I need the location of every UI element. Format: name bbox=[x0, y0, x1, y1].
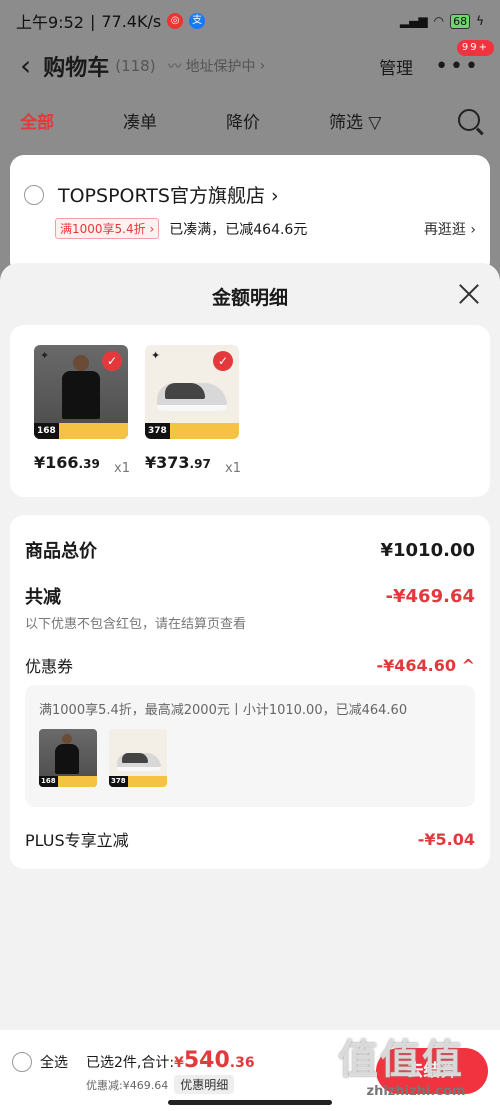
plus-discount-row: PLUS专享立减 -¥5.04 bbox=[25, 827, 475, 851]
coupon-description: 满1000享5.4折，最高减2000元丨小计1010.00，已减464.60 bbox=[39, 703, 408, 718]
product-image: ✦ ✓ 168 bbox=[34, 345, 128, 439]
product-quantity: x1 bbox=[114, 461, 130, 476]
discount-amount: 优惠减:¥469.64 bbox=[86, 1078, 169, 1092]
tab-bundle[interactable]: 凑单 bbox=[123, 108, 226, 133]
tab-all[interactable]: 全部 bbox=[20, 108, 123, 133]
chevron-up-icon: ^ bbox=[461, 655, 475, 675]
select-all-radio[interactable] bbox=[12, 1052, 32, 1072]
price-badge: 168 bbox=[34, 423, 128, 439]
browse-more-link[interactable]: 再逛逛 › bbox=[424, 219, 476, 239]
back-icon[interactable]: ‹ bbox=[20, 52, 31, 80]
checked-icon[interactable]: ✓ bbox=[213, 351, 233, 371]
checkout-bar: 全选 已选2件, 合计: ¥540.36 优惠减:¥469.64 优惠明细 去结… bbox=[0, 1030, 500, 1111]
charging-icon: ϟ bbox=[476, 14, 484, 28]
chevron-right-icon: › bbox=[259, 58, 266, 74]
home-indicator[interactable] bbox=[168, 1100, 332, 1105]
jordan-logo-icon: ✦ bbox=[151, 349, 161, 362]
sheet-title: 金额明细 bbox=[211, 287, 288, 309]
store-coupon-status: 已凑满，已减464.6元 bbox=[169, 221, 308, 238]
coupon-label: 优惠券 bbox=[25, 657, 74, 676]
product-item[interactable]: ✦ ✓ 378 ¥373.97 x1 bbox=[145, 345, 241, 476]
jordan-logo-icon: ✦ bbox=[40, 349, 50, 362]
product-quantity: x1 bbox=[225, 461, 241, 476]
sum-label: 合计: bbox=[141, 1055, 175, 1071]
status-time: 上午9:52 bbox=[16, 13, 84, 32]
filter-icon: ▽ bbox=[368, 112, 382, 133]
status-bar: 上午9:52 | 77.4K/s ◎ 支 ▂▄▆ ◠ 68 ϟ bbox=[0, 0, 500, 42]
store-name[interactable]: TOPSPORTS官方旗舰店 › bbox=[58, 181, 279, 208]
cart-count: (118) bbox=[115, 57, 156, 75]
store-card: TOPSPORTS官方旗舰店 › 满1000享5.4折 › 已凑满，已减464.… bbox=[10, 155, 490, 275]
coupon-detail-box: 满1000享5.4折，最高减2000元丨小计1010.00，已减464.60 1… bbox=[25, 685, 475, 807]
reduce-label: 共减 bbox=[25, 587, 61, 608]
app-notification-icon: ◎ bbox=[167, 13, 184, 29]
store-select-radio[interactable] bbox=[24, 184, 44, 205]
manage-button[interactable]: 管理 bbox=[379, 54, 413, 79]
coupon-value: -¥464.60 ^ bbox=[376, 655, 476, 675]
protection-icon: 〰 bbox=[167, 59, 182, 75]
tab-filter[interactable]: 筛选 ▽ bbox=[329, 108, 432, 133]
product-image: ✦ ✓ 378 bbox=[145, 345, 239, 439]
price-badge: 378 bbox=[145, 423, 239, 439]
tab-price-drop[interactable]: 降价 bbox=[226, 108, 329, 133]
select-all[interactable]: 全选 bbox=[12, 1052, 68, 1072]
order-summary: 已选2件, 合计: ¥540.36 优惠减:¥469.64 优惠明细 bbox=[86, 1048, 255, 1094]
plus-value: -¥5.04 bbox=[417, 829, 475, 849]
total-amount: ¥540.36 bbox=[174, 1048, 255, 1073]
total-label: 商品总价 bbox=[25, 541, 97, 562]
search-icon[interactable] bbox=[458, 109, 480, 131]
battery-indicator: 68 bbox=[450, 13, 471, 29]
close-icon[interactable] bbox=[458, 283, 480, 305]
total-value: ¥1010.00 bbox=[380, 539, 475, 561]
reduce-row: 共减 -¥469.64 bbox=[25, 583, 475, 609]
discount-note: 以下优惠不包含红包，请在结算页查看 bbox=[25, 617, 247, 632]
shoe-figure bbox=[157, 383, 227, 411]
discount-detail-button[interactable]: 优惠明细 bbox=[174, 1075, 235, 1094]
selected-count: 已选2件, bbox=[86, 1055, 142, 1071]
more-menu-icon[interactable]: ••• 99+ bbox=[435, 39, 494, 79]
cart-header: ‹ 购物车 (118) 〰 地址保护中 › 管理 ••• 99+ bbox=[0, 39, 500, 90]
message-count-badge: 99+ bbox=[456, 39, 494, 56]
address-protection[interactable]: 〰 地址保护中 › bbox=[168, 56, 266, 76]
reduce-value: -¥469.64 bbox=[385, 585, 475, 607]
wifi-icon: ◠ bbox=[433, 14, 445, 28]
checked-icon[interactable]: ✓ bbox=[102, 351, 122, 371]
coupon-product-thumbnail: 168 bbox=[39, 729, 97, 787]
product-item[interactable]: ✦ ✓ 168 ¥166.39 x1 bbox=[34, 345, 130, 476]
model-figure bbox=[62, 355, 100, 419]
signal-icon: ▂▄▆ bbox=[399, 14, 428, 28]
alipay-notification-icon: 支 bbox=[189, 13, 206, 29]
amount-detail-sheet: 金额明细 ✦ ✓ 168 ¥166.39 x1 ✦ ✓ 378 ¥373 .97… bbox=[0, 263, 500, 1111]
page-title: 购物车 bbox=[43, 56, 110, 81]
store-coupon-tag[interactable]: 满1000享5.4折 › bbox=[55, 218, 160, 239]
selected-products: ✦ ✓ 168 ¥166.39 x1 ✦ ✓ 378 ¥373 .97 x1 bbox=[10, 325, 490, 497]
coupon-row[interactable]: 优惠券 -¥464.60 ^ bbox=[25, 653, 475, 677]
amount-breakdown: 商品总价 ¥1010.00 共减 -¥469.64 以下优惠不包含红包，请在结算… bbox=[10, 515, 490, 869]
coupon-product-thumbnail: 378 bbox=[109, 729, 167, 787]
plus-label: PLUS专享立减 bbox=[25, 831, 129, 850]
total-row: 商品总价 ¥1010.00 bbox=[25, 537, 475, 563]
cart-tabs: 全部 凑单 降价 筛选 ▽ bbox=[0, 100, 500, 140]
network-speed: 77.4K/s bbox=[101, 11, 162, 31]
checkout-button[interactable]: 去结算 bbox=[376, 1048, 488, 1094]
